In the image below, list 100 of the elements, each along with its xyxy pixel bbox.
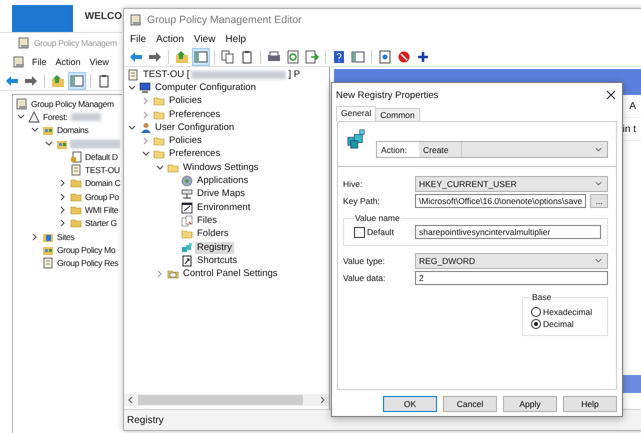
locked-document-icon: [70, 150, 82, 163]
triangle-icon: [28, 110, 40, 123]
dialog-button[interactable]: Cancel: [443, 396, 497, 412]
tree-item[interactable]: Control Panel Settings: [181, 268, 280, 280]
console-icon: [130, 14, 142, 26]
folder-icon: [153, 148, 165, 160]
tree-item[interactable]: Registry: [195, 242, 234, 254]
action-label: Action:: [377, 142, 419, 157]
tree-item[interactable]: Starter G: [84, 217, 118, 230]
action-dropdown[interactable]: Action: Create: [376, 141, 608, 158]
dialog-button[interactable]: OK: [383, 396, 437, 412]
computer-icon: [139, 82, 151, 94]
tree-item[interactable]: Policies: [167, 135, 204, 148]
tree-item[interactable]: Applications: [195, 175, 250, 188]
radio-label: Decimal: [543, 319, 574, 329]
menu-item[interactable]: File: [30, 57, 49, 67]
value-type-dropdown[interactable]: REG_DWORD: [415, 252, 608, 268]
document-icon: [42, 257, 54, 270]
tree-item[interactable]: Group Policy Mo: [56, 244, 116, 256]
radio-button[interactable]: [531, 319, 541, 329]
tree-item[interactable]: Domains: [56, 124, 90, 136]
tree-item[interactable]: Drive Maps: [195, 188, 248, 200]
tree-item[interactable]: Domain C: [84, 177, 122, 190]
tree-item[interactable]: TEST-OU [ ] P: [141, 68, 302, 81]
folder-up-icon[interactable]: [50, 72, 66, 88]
dialog-button[interactable]: Help: [563, 396, 617, 412]
menu-item[interactable]: Help: [223, 34, 248, 44]
tree-item[interactable]: Default D: [84, 150, 119, 163]
field-label: Value data:: [343, 272, 386, 282]
field-label: Value type:: [343, 256, 386, 266]
folder-icon: [153, 135, 165, 148]
tree-item[interactable]: Files: [195, 214, 220, 227]
shortcut-icon: [181, 254, 193, 267]
tree-item[interactable]: Sites: [56, 230, 76, 243]
folder-icon: [181, 228, 193, 240]
close-icon[interactable]: [606, 90, 616, 100]
menu-item[interactable]: Action: [54, 57, 83, 67]
status-text: Registry: [127, 414, 164, 426]
tree-item[interactable]: WMI Filte: [84, 204, 120, 216]
tree-item[interactable]: Folders: [195, 228, 231, 240]
pane-toggle-icon[interactable]: [69, 72, 85, 88]
window-title: Group Policy Managem: [34, 38, 117, 48]
refresh-icon[interactable]: [285, 48, 301, 64]
folder-icon: [167, 162, 179, 174]
tree-item[interactable]: Policies: [167, 95, 204, 108]
input-field[interactable]: sharepointlivesyncintervalmultiplier: [415, 225, 601, 239]
folder-icon: [70, 204, 82, 216]
group-label: Base: [531, 292, 552, 302]
pane-toggle-icon[interactable]: [193, 48, 209, 64]
tab[interactable]: Common: [375, 108, 420, 121]
tab[interactable]: General: [336, 106, 376, 121]
menu-item[interactable]: File: [128, 34, 148, 44]
browse-button[interactable]: ...: [590, 194, 608, 208]
radio-button[interactable]: [531, 307, 541, 317]
copy-icon[interactable]: [220, 48, 236, 64]
console-icon[interactable]: [13, 56, 25, 68]
cubes-icon: [181, 242, 193, 254]
hive-dropdown[interactable]: HKEY_CURRENT_USER: [415, 176, 608, 192]
document-icon: [70, 164, 82, 176]
help-icon[interactable]: [331, 48, 347, 64]
folder-up-icon[interactable]: [174, 48, 190, 64]
field-label: Hive:: [343, 178, 364, 188]
tree-item[interactable]: TEST-OU: [84, 164, 121, 176]
menu-item[interactable]: Action: [154, 34, 186, 44]
tree-item[interactable]: Shortcuts: [195, 254, 240, 267]
tree-item[interactable]: Preferences: [167, 148, 222, 160]
input-field[interactable]: 2: [415, 270, 608, 284]
document-icon: [127, 68, 139, 81]
console-icon: [18, 37, 30, 49]
horizontal-scrollbar[interactable]: [124, 394, 329, 406]
tree-item[interactable]: Preferences: [167, 108, 222, 121]
console-icon: [16, 98, 28, 110]
tree-item[interactable]: Environment: [195, 202, 252, 214]
tree-item[interactable]: Computer Configuration: [153, 82, 258, 94]
tree-item[interactable]: Group Policy Managem: [30, 98, 115, 109]
tree-item[interactable]: Group Po: [84, 190, 120, 203]
tree-item[interactable]: Group Policy Res: [56, 257, 120, 270]
input-field[interactable]: \Microsoft\Office\16.0\onenote\options\save: [415, 194, 586, 208]
folder-icon: [70, 190, 82, 203]
radio-label: Hexadecimal: [543, 307, 592, 317]
dialog-button[interactable]: Apply: [503, 396, 557, 412]
tree-item[interactable]: Forest:: [42, 110, 102, 123]
folder-icon: [153, 95, 165, 108]
tree-item[interactable]: User Configuration: [153, 122, 236, 134]
user-icon: [139, 122, 151, 134]
export-icon[interactable]: [304, 48, 320, 64]
tree-item[interactable]: Windows Settings: [181, 162, 261, 174]
pane-toggle-icon[interactable]: [350, 48, 366, 64]
window-title: Group Policy Management Editor: [147, 14, 302, 26]
group-label: Value name: [354, 213, 401, 223]
pane-text: in t: [622, 124, 636, 134]
column-heading: A: [629, 100, 636, 112]
stop-icon[interactable]: [396, 48, 412, 64]
checkbox[interactable]: [354, 226, 365, 238]
menu-item[interactable]: View: [192, 34, 218, 44]
panel-folder-icon: [167, 268, 179, 280]
properties-icon[interactable]: [377, 48, 393, 64]
menu-item[interactable]: View: [88, 57, 111, 67]
checkbox-label: Default: [367, 227, 394, 237]
dialog-title: New Registry Properties: [336, 90, 438, 100]
